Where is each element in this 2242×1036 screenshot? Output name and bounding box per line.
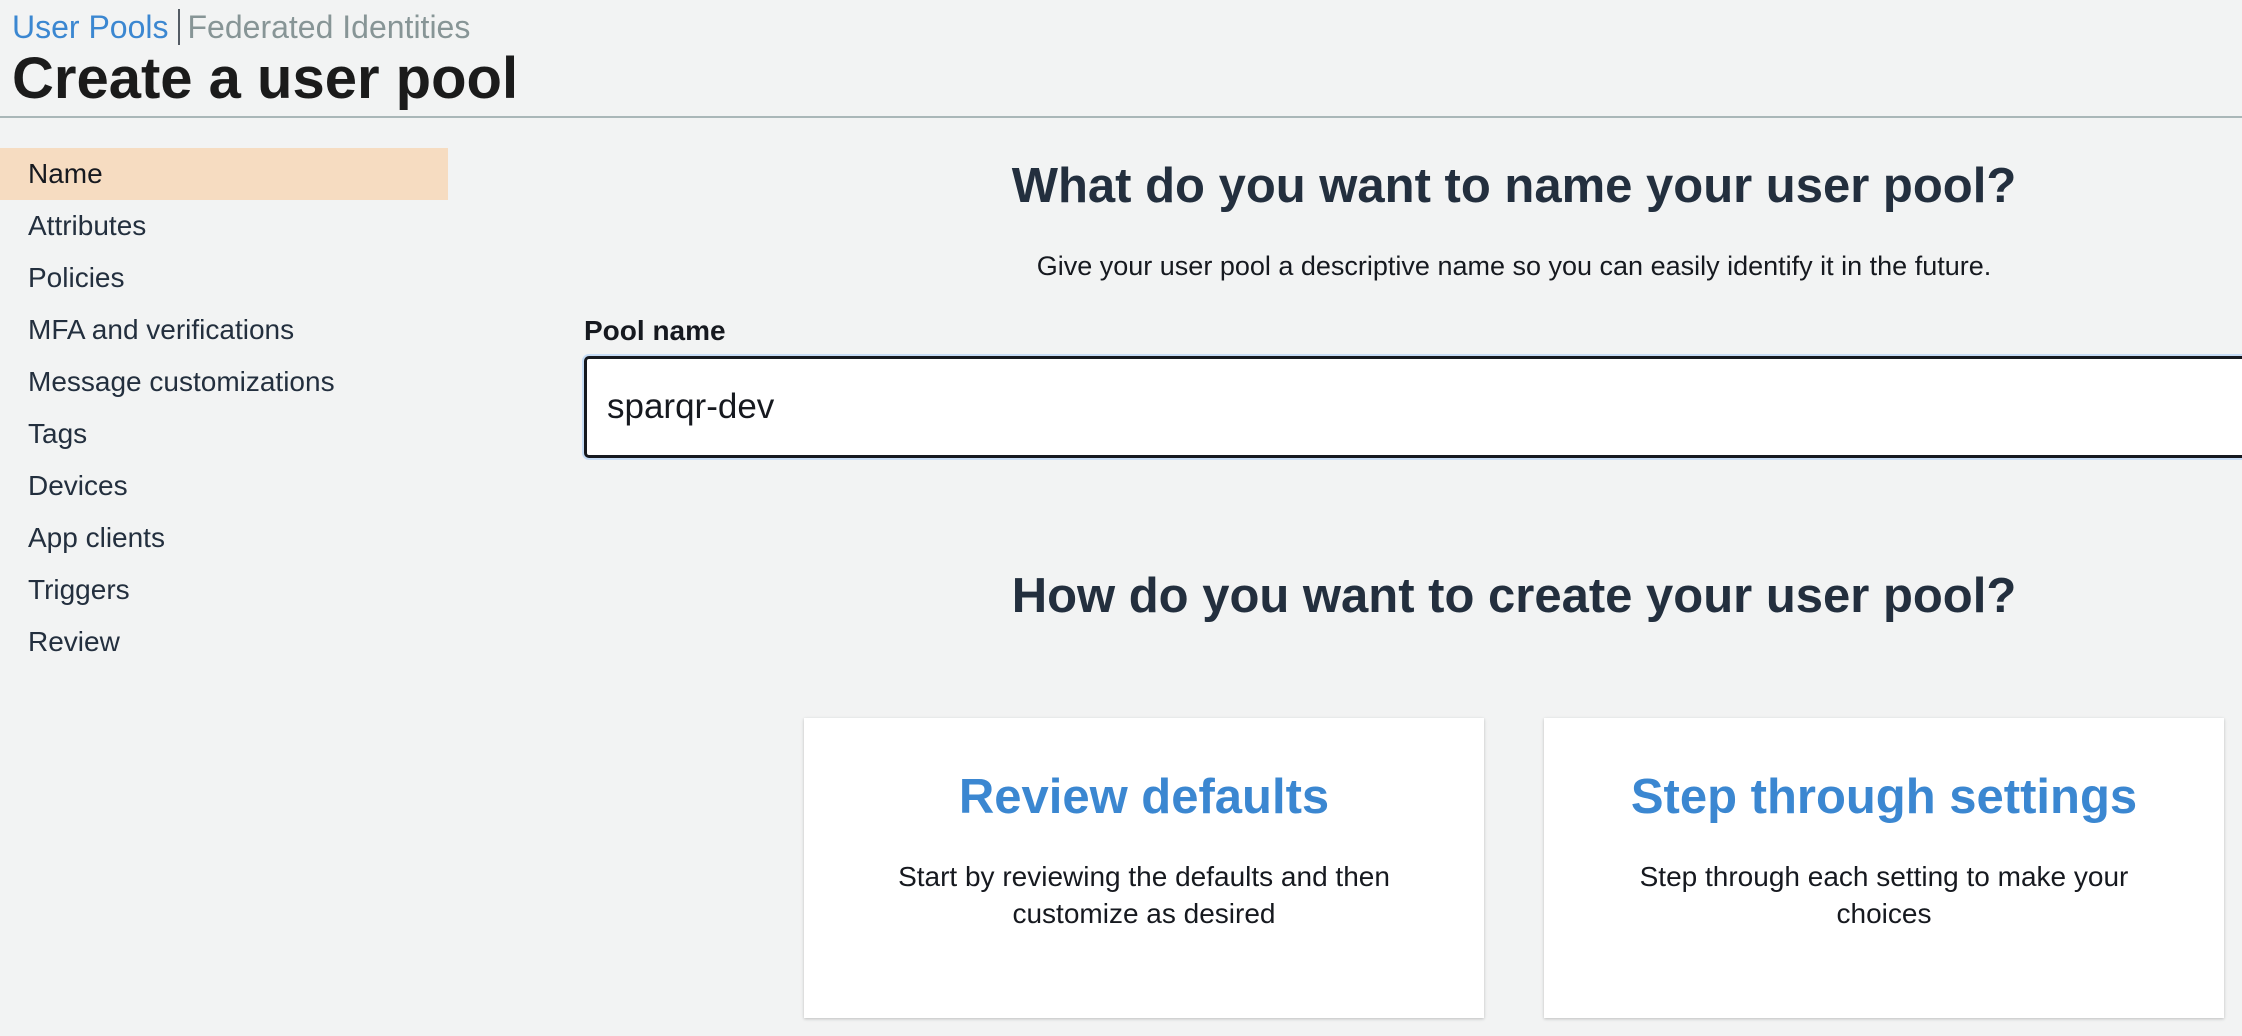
- sidebar-item-attributes[interactable]: Attributes: [0, 200, 448, 252]
- sidebar-item-tags[interactable]: Tags: [0, 408, 448, 460]
- sidebar-item-name[interactable]: Name: [0, 148, 448, 200]
- page-title: Create a user pool: [12, 46, 519, 111]
- tab-federated-identities[interactable]: Federated Identities: [188, 9, 471, 45]
- tab-user-pools[interactable]: User Pools: [12, 9, 169, 45]
- sidebar-item-triggers[interactable]: Triggers: [0, 564, 448, 616]
- step-through-settings-link[interactable]: Step through settings: [1544, 768, 2224, 826]
- pool-name-label: Pool name: [584, 315, 726, 346]
- main-content: What do you want to name your user pool?…: [584, 0, 2242, 1036]
- review-defaults-link[interactable]: Review defaults: [804, 768, 1484, 826]
- breadcrumb-divider: [177, 9, 180, 45]
- sidebar-item-devices[interactable]: Devices: [0, 460, 448, 512]
- sidebar-item-message-customizations[interactable]: Message customizations: [0, 356, 448, 408]
- breadcrumb: User Pools Federated Identities: [12, 8, 470, 46]
- pool-name-input[interactable]: [584, 356, 2242, 458]
- sidebar-item-mfa-and-verifications[interactable]: MFA and verifications: [0, 304, 448, 356]
- review-defaults-card[interactable]: Review defaults Start by reviewing the d…: [804, 718, 1484, 1018]
- name-section-heading: What do you want to name your user pool?: [1011, 159, 2017, 213]
- step-through-settings-description: Step through each setting to make your c…: [1639, 861, 2129, 929]
- sidebar-nav: Name Attributes Policies MFA and verific…: [0, 148, 448, 668]
- sidebar-item-app-clients[interactable]: App clients: [0, 512, 448, 564]
- create-method-heading: How do you want to create your user pool…: [1011, 569, 2017, 623]
- sidebar-item-review[interactable]: Review: [0, 616, 448, 668]
- name-section-description: Give your user pool a descriptive name s…: [1036, 251, 1992, 281]
- step-through-settings-card[interactable]: Step through settings Step through each …: [1544, 718, 2224, 1018]
- review-defaults-description: Start by reviewing the defaults and then…: [898, 861, 1390, 929]
- sidebar-item-policies[interactable]: Policies: [0, 252, 448, 304]
